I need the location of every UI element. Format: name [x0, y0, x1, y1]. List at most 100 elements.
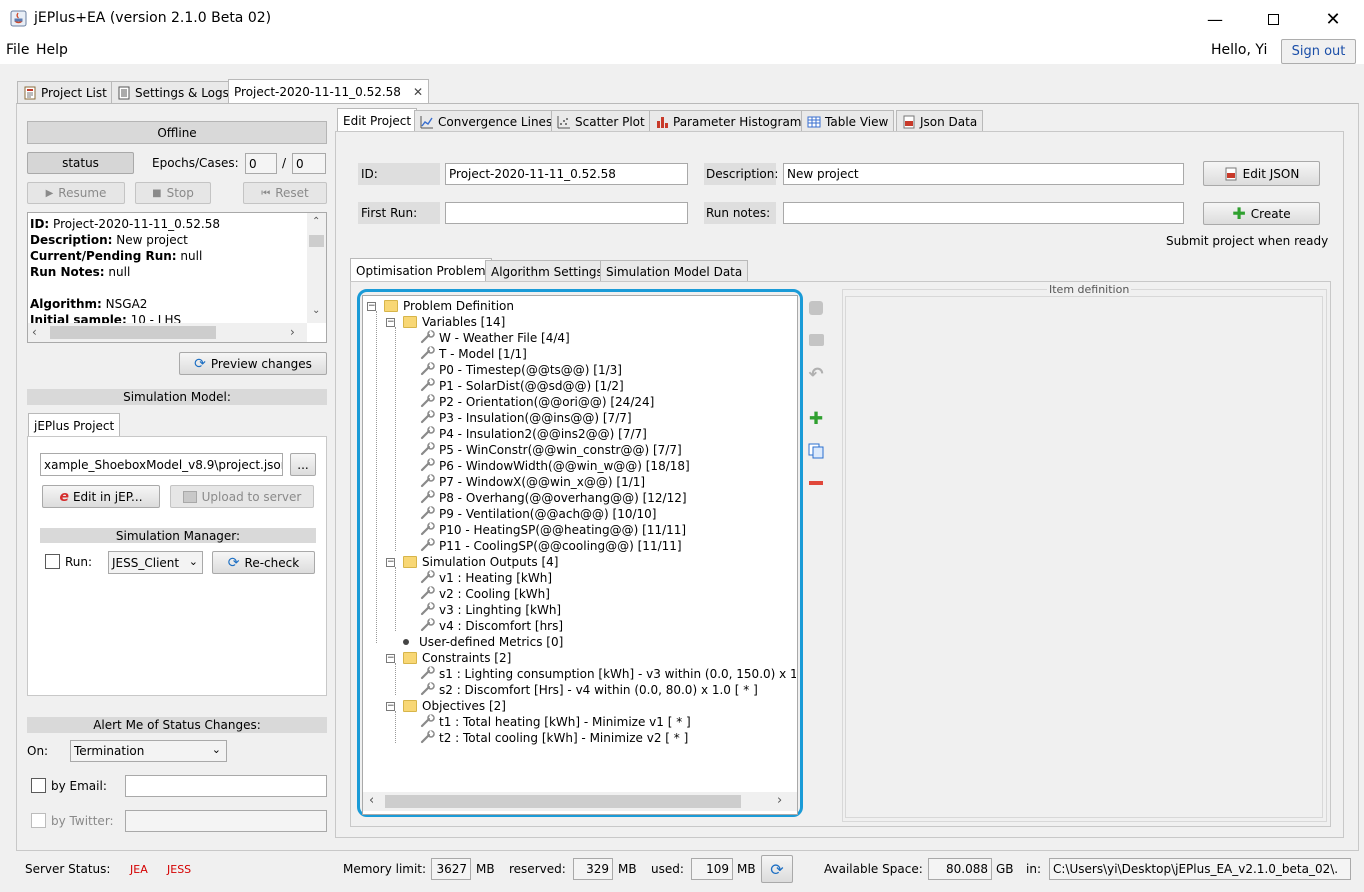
- preview-changes-button[interactable]: ⟳ Preview changes: [179, 352, 327, 375]
- folder-icon[interactable]: [805, 329, 827, 351]
- tree-item-variable-label: P5 - WinConstr(@@win_constr@@) [7/7]: [439, 443, 682, 457]
- run-notes-field[interactable]: [783, 202, 1184, 224]
- tree-item-variable[interactable]: P11 - CoolingSP(@@cooling@@) [11/11]: [420, 537, 682, 554]
- tree-item-variable[interactable]: P6 - WindowWidth(@@win_w@@) [18/18]: [420, 457, 690, 475]
- tab-project-list-label: Project List: [41, 85, 107, 100]
- collapse-toggle-icon[interactable]: −: [386, 654, 395, 663]
- tree-node-root[interactable]: Problem Definition: [384, 298, 514, 314]
- alert-on-select[interactable]: Termination ⌄: [70, 740, 227, 762]
- tree-item-objective-label: t1 : Total heating [kWh] - Minimize v1 […: [439, 715, 691, 729]
- tab-scatter-plot[interactable]: Scatter Plot: [551, 110, 651, 132]
- collapse-toggle-icon[interactable]: −: [386, 558, 395, 567]
- info-horizontal-scrollbar[interactable]: ‹ ›: [28, 323, 307, 342]
- info-vertical-scrollbar[interactable]: ⌃ ⌄: [307, 213, 326, 323]
- refresh-memory-button[interactable]: ⟳: [761, 855, 793, 883]
- tree-item-variable[interactable]: P8 - Overhang(@@overhang@@) [12/12]: [420, 489, 687, 506]
- description-label: Description:: [706, 167, 779, 181]
- close-button[interactable]: ✕: [1310, 0, 1356, 38]
- tree-item-output[interactable]: v1 : Heating [kWh]: [420, 569, 552, 586]
- tree-item-variable[interactable]: P7 - WindowX(@@win_x@@) [1/1]: [420, 473, 645, 490]
- email-checkbox[interactable]: [31, 778, 46, 793]
- settings-icon[interactable]: [805, 297, 827, 319]
- tree-node-constraints[interactable]: Constraints [2]: [403, 650, 511, 666]
- tree-item-variable[interactable]: P0 - Timestep(@@ts@@) [1/3]: [420, 361, 622, 378]
- undo-icon[interactable]: ↶: [805, 363, 827, 385]
- twitter-field[interactable]: [125, 810, 327, 832]
- tree-node-objectives[interactable]: Objectives [2]: [403, 698, 506, 714]
- tree-item-variable[interactable]: P5 - WinConstr(@@win_constr@@) [7/7]: [420, 441, 682, 458]
- tree-item-output[interactable]: v3 : Linghting [kWh]: [420, 601, 561, 618]
- collapse-toggle-icon[interactable]: −: [367, 302, 376, 311]
- browse-button[interactable]: ...: [290, 453, 316, 476]
- tab-algorithm-settings[interactable]: Algorithm Settings: [485, 260, 609, 282]
- add-icon[interactable]: ✚: [805, 408, 827, 430]
- tree-item-constraint[interactable]: s2 : Discomfort [Hrs] - v4 within (0.0, …: [420, 681, 758, 698]
- recheck-button[interactable]: ⟳ Re-check: [212, 551, 315, 574]
- memory-limit-field: 3627: [431, 858, 471, 880]
- email-field[interactable]: [125, 775, 327, 797]
- twitter-checkbox[interactable]: [31, 813, 46, 828]
- tree-item-variable[interactable]: P1 - SolarDist(@@sd@@) [1/2]: [420, 377, 624, 394]
- collapse-toggle-icon[interactable]: −: [386, 318, 395, 327]
- tab-table-view[interactable]: Table View: [801, 110, 895, 132]
- resume-label: Resume: [58, 186, 107, 200]
- edit-in-jeplus-button[interactable]: e Edit in jEP...: [42, 485, 160, 508]
- tab-json-data[interactable]: Json Data: [896, 110, 984, 132]
- chevron-down-icon: ⌄: [211, 743, 221, 756]
- edit-in-jeplus-label: Edit in jEP...: [72, 489, 143, 504]
- tab-json-data-label: Json Data: [920, 114, 978, 129]
- tree-item-variable[interactable]: T - Model [1/1]: [420, 345, 527, 362]
- tab-optimisation-problem[interactable]: Optimisation Problem: [350, 258, 492, 282]
- tree-item-output[interactable]: v2 : Cooling [kWh]: [420, 585, 550, 602]
- remove-icon[interactable]: [805, 472, 827, 494]
- tree-item-variable[interactable]: P4 - Insulation2(@@ins2@@) [7/7]: [420, 425, 647, 442]
- resume-button[interactable]: ▶ Resume: [27, 182, 125, 204]
- tree-item-variable[interactable]: P2 - Orientation(@@ori@@) [24/24]: [420, 393, 654, 410]
- description-field[interactable]: New project: [783, 163, 1184, 185]
- create-button[interactable]: ✚ Create: [1203, 202, 1320, 225]
- edit-json-button[interactable]: Edit JSON: [1203, 161, 1320, 186]
- tab-close-icon[interactable]: ✕: [413, 85, 423, 99]
- tree-item-objective[interactable]: t2 : Total cooling [kWh] - Minimize v2 […: [420, 729, 688, 746]
- collapse-toggle-icon[interactable]: −: [386, 702, 395, 711]
- tab-parameter-histogram[interactable]: Parameter Histogram: [649, 110, 808, 132]
- tab-edit-project[interactable]: Edit Project: [337, 108, 418, 132]
- reset-button[interactable]: ⏮ Reset: [243, 182, 327, 204]
- tab-simulation-model-data[interactable]: Simulation Model Data: [600, 260, 749, 282]
- refresh-icon: ⟳: [194, 355, 206, 372]
- tree-item-constraint[interactable]: s1 : Lighting consumption [kWh] - v3 wit…: [420, 665, 796, 682]
- wrench-icon: [420, 457, 436, 475]
- tree-item-variable[interactable]: P10 - HeatingSP(@@heating@@) [11/11]: [420, 521, 686, 538]
- tree-item-objective[interactable]: t1 : Total heating [kWh] - Minimize v1 […: [420, 713, 691, 730]
- tab-project[interactable]: Project-2020-11-11_0.52.58 ✕: [228, 79, 429, 103]
- tab-jeplus-project[interactable]: jEPlus Project: [28, 413, 121, 437]
- tree-node-metrics[interactable]: User-defined Metrics [0]: [403, 634, 563, 650]
- tab-settings-logs[interactable]: Settings & Logs: [111, 81, 235, 103]
- tab-project-list[interactable]: Project List: [17, 81, 113, 103]
- tab-convergence-lines[interactable]: Convergence Lines: [414, 110, 559, 132]
- tree-node-variables[interactable]: Variables [14]: [403, 314, 505, 330]
- tree-item-variable[interactable]: W - Weather File [4/4]: [420, 329, 570, 346]
- run-client-select[interactable]: JESS_Client ⌄: [108, 551, 203, 574]
- menu-help[interactable]: Help: [36, 42, 68, 58]
- model-path-field[interactable]: xample_ShoeboxModel_v8.9\project.json: [40, 453, 283, 476]
- run-checkbox[interactable]: [45, 554, 60, 569]
- first-run-field[interactable]: [445, 202, 688, 224]
- tab-parameter-histogram-label: Parameter Histogram: [673, 114, 802, 129]
- tree-item-variable[interactable]: P9 - Ventilation(@@ach@@) [10/10]: [420, 505, 657, 522]
- sign-out-button[interactable]: Sign out: [1281, 39, 1356, 64]
- menu-file[interactable]: File: [6, 42, 29, 58]
- problem-definition-tree[interactable]: − Problem Definition − Variables [14] W - We…: [364, 297, 796, 792]
- tree-node-outputs[interactable]: Simulation Outputs [4]: [403, 554, 558, 570]
- copy-icon[interactable]: [805, 440, 827, 462]
- tree-horizontal-scrollbar[interactable]: ‹ ›: [363, 792, 797, 811]
- status-button[interactable]: status: [27, 152, 134, 174]
- project-id-field[interactable]: Project-2020-11-11_0.52.58: [445, 163, 688, 185]
- plus-icon: ✚: [1232, 204, 1246, 223]
- tree-item-variable[interactable]: P3 - Insulation(@@ins@@) [7/7]: [420, 409, 632, 426]
- minimize-button[interactable]: —: [1192, 0, 1238, 38]
- tree-item-output[interactable]: v4 : Discomfort [hrs]: [420, 617, 563, 634]
- upload-button[interactable]: Upload to server: [170, 485, 314, 508]
- maximize-button[interactable]: [1250, 0, 1296, 38]
- stop-button[interactable]: ■ Stop: [135, 182, 211, 204]
